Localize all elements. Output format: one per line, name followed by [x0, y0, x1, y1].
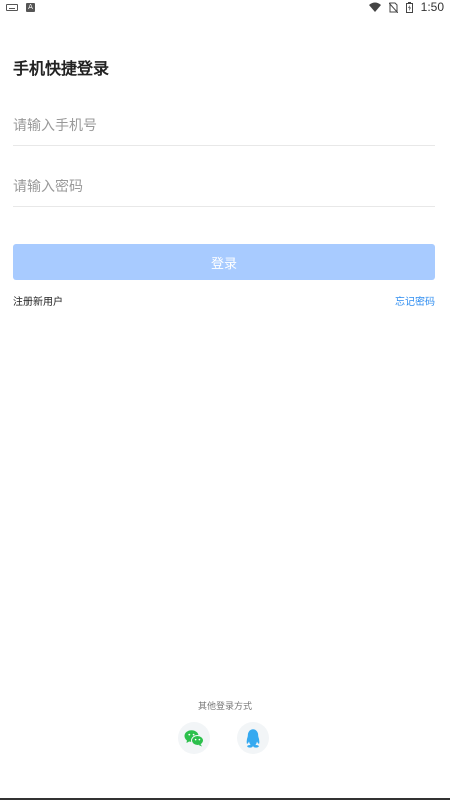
wifi-icon — [368, 2, 381, 12]
register-link[interactable]: 注册新用户 — [13, 293, 63, 308]
other-login-label: 其他登录方式 — [197, 702, 252, 712]
status-time: 1:50 — [420, 0, 444, 14]
battery-icon — [405, 1, 413, 13]
status-bar: A 1:50 — [0, 0, 450, 14]
password-field — [13, 167, 435, 207]
password-input[interactable] — [13, 178, 435, 195]
phone-field — [13, 106, 435, 146]
page-title: 手机快捷登录 — [13, 59, 110, 78]
qq-login-button[interactable] — [237, 722, 269, 754]
wechat-login-button[interactable] — [178, 722, 210, 754]
login-button[interactable]: 登录 — [13, 244, 435, 280]
qq-icon — [246, 729, 260, 748]
a-badge-icon: A — [26, 2, 35, 12]
wechat-icon — [184, 730, 204, 747]
status-right: 1:50 — [368, 0, 444, 14]
forgot-password-link[interactable]: 忘记密码 — [395, 293, 435, 308]
status-left: A — [6, 2, 35, 12]
phone-input[interactable] — [13, 117, 435, 134]
no-sim-icon — [388, 2, 398, 13]
keyboard-icon — [6, 3, 18, 11]
